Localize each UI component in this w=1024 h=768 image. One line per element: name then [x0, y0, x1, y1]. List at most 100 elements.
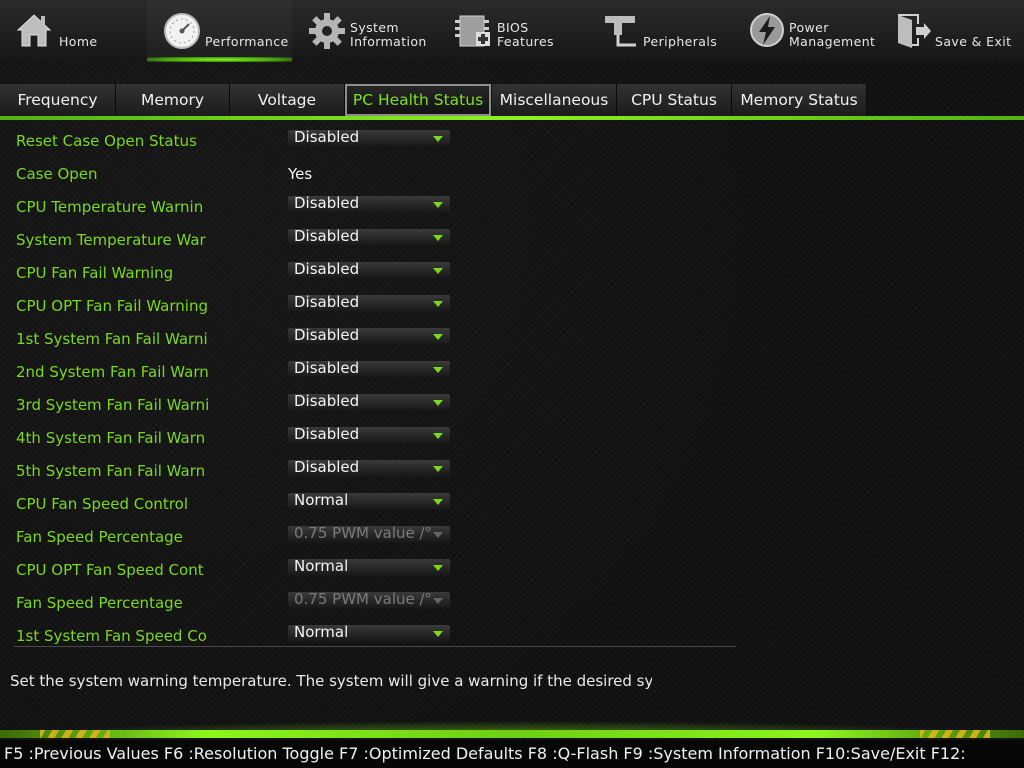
dropdown-arrow-icon	[433, 499, 443, 505]
gauge-icon	[163, 12, 201, 50]
nav-power-management-label-1: Power	[789, 20, 829, 35]
left-chevron-decoration	[40, 730, 110, 738]
tab-memory-status[interactable]: Memory Status	[732, 84, 867, 116]
dropdown-value: Disabled	[294, 326, 360, 344]
nav-system-information[interactable]: System Information	[296, 0, 444, 62]
setting-label[interactable]: System Temperature War	[16, 231, 208, 249]
setting-label[interactable]: CPU OPT Fan Speed Cont	[16, 561, 208, 579]
setting-dropdown[interactable]: Disabled	[288, 392, 450, 412]
dropdown-arrow-icon	[433, 433, 443, 439]
nav-bios-features-label-2: Features	[497, 34, 554, 49]
nav-performance[interactable]: Performance	[147, 0, 292, 62]
setting-label[interactable]: CPU OPT Fan Fail Warning	[16, 297, 208, 315]
nav-home-label: Home	[59, 34, 98, 49]
nav-peripherals[interactable]: Peripherals	[592, 0, 740, 62]
dropdown-arrow-icon	[433, 367, 443, 373]
dropdown-value: Disabled	[294, 359, 360, 377]
setting-label[interactable]: Case Open	[16, 165, 208, 183]
dropdown-arrow-icon	[433, 136, 443, 142]
setting-dropdown[interactable]: Disabled	[288, 260, 450, 280]
dropdown-value: Normal	[294, 623, 349, 641]
nav-peripherals-label: Peripherals	[643, 34, 718, 49]
nav-system-information-label-2: Information	[350, 34, 427, 49]
dropdown-value: 0.75 PWM value /°	[294, 524, 433, 542]
setting-dropdown[interactable]: Disabled	[288, 128, 450, 148]
setting-label[interactable]: 1st System Fan Fail Warni	[16, 330, 208, 348]
dropdown-arrow-icon	[433, 598, 443, 604]
home-icon	[14, 10, 54, 50]
setting-dropdown[interactable]: Disabled	[288, 326, 450, 346]
setting-dropdown[interactable]: Disabled	[288, 458, 450, 478]
tab-pc-health-status[interactable]: PC Health Status	[345, 84, 491, 116]
nav-system-information-label-1: System	[350, 20, 400, 35]
nav-home[interactable]: Home	[0, 0, 150, 62]
dropdown-value: Disabled	[294, 293, 360, 311]
setting-dropdown[interactable]: Normal	[288, 623, 450, 643]
setting-label[interactable]: CPU Temperature Warnin	[16, 198, 208, 216]
bios-chip-icon	[454, 12, 492, 50]
dropdown-arrow-icon	[433, 268, 443, 274]
setting-dropdown[interactable]: Normal	[288, 491, 450, 511]
setting-dropdown-disabled: 0.75 PWM value /°	[288, 590, 450, 610]
dropdown-value: Disabled	[294, 425, 360, 443]
tab-frequency[interactable]: Frequency	[0, 84, 116, 116]
right-chevron-decoration	[920, 730, 990, 738]
setting-dropdown[interactable]: Disabled	[288, 293, 450, 313]
nav-bios-features[interactable]: BIOS Features	[444, 0, 592, 62]
dropdown-value: Disabled	[294, 128, 360, 146]
dropdown-value: Normal	[294, 491, 349, 509]
dropdown-arrow-icon	[433, 400, 443, 406]
dropdown-arrow-icon	[433, 631, 443, 637]
dropdown-value: Disabled	[294, 194, 360, 212]
nav-bios-features-label-1: BIOS	[497, 20, 529, 35]
setting-label[interactable]: 3rd System Fan Fail Warni	[16, 396, 208, 414]
setting-dropdown[interactable]: Disabled	[288, 425, 450, 445]
list-separator	[14, 646, 736, 647]
dropdown-value: Disabled	[294, 227, 360, 245]
dropdown-arrow-icon	[433, 235, 443, 241]
tab-cpu-status[interactable]: CPU Status	[617, 84, 732, 116]
setting-dropdown[interactable]: Disabled	[288, 227, 450, 247]
dropdown-arrow-icon	[433, 334, 443, 340]
nav-power-management-label-2: Management	[789, 34, 876, 49]
setting-label[interactable]: CPU Fan Fail Warning	[16, 264, 208, 282]
setting-label[interactable]: 5th System Fan Fail Warn	[16, 462, 208, 480]
dropdown-arrow-icon	[433, 301, 443, 307]
dropdown-value: Normal	[294, 557, 349, 575]
setting-value: Yes	[288, 165, 313, 183]
tab-memory[interactable]: Memory	[116, 84, 230, 116]
setting-label[interactable]: CPU Fan Speed Control	[16, 495, 208, 513]
setting-dropdown[interactable]: Normal	[288, 557, 450, 577]
function-key-legend: F5 :Previous Values F6 :Resolution Toggl…	[0, 740, 1024, 768]
nav-save-exit[interactable]: Save & Exit	[880, 0, 1024, 62]
sub-tabs: Frequency Memory Voltage PC Health Statu…	[0, 84, 1024, 116]
dropdown-value: Disabled	[294, 260, 360, 278]
setting-dropdown-disabled: 0.75 PWM value /°	[288, 524, 450, 544]
setting-label[interactable]: 4th System Fan Fail Warn	[16, 429, 208, 447]
setting-label[interactable]: Fan Speed Percentage	[16, 594, 208, 612]
help-description: Set the system warning temperature. The …	[10, 672, 652, 690]
gear-icon	[308, 12, 346, 50]
dropdown-arrow-icon	[433, 202, 443, 208]
setting-label[interactable]: 1st System Fan Speed Co	[16, 627, 208, 645]
nav-performance-label: Performance	[205, 34, 289, 49]
peripherals-icon	[602, 12, 640, 50]
tab-voltage[interactable]: Voltage	[230, 84, 345, 116]
setting-dropdown[interactable]: Disabled	[288, 359, 450, 379]
power-icon	[748, 11, 786, 49]
tab-underline	[0, 116, 1024, 120]
nav-power-management[interactable]: Power Management	[740, 0, 880, 62]
tab-miscellaneous[interactable]: Miscellaneous	[492, 84, 617, 116]
dropdown-arrow-icon	[433, 532, 443, 538]
dropdown-value: Disabled	[294, 458, 360, 476]
setting-dropdown[interactable]: Disabled	[288, 194, 450, 214]
dropdown-value: Disabled	[294, 392, 360, 410]
setting-label[interactable]: Fan Speed Percentage	[16, 528, 208, 546]
bottom-accent-bar	[0, 730, 1024, 738]
dropdown-arrow-icon	[433, 565, 443, 571]
setting-label[interactable]: Reset Case Open Status	[16, 132, 208, 150]
nav-save-exit-label: Save & Exit	[935, 34, 1012, 49]
top-navigation: Home Performance System Information BIOS…	[0, 0, 1024, 62]
setting-label[interactable]: 2nd System Fan Fail Warn	[16, 363, 208, 381]
dropdown-arrow-icon	[433, 466, 443, 472]
